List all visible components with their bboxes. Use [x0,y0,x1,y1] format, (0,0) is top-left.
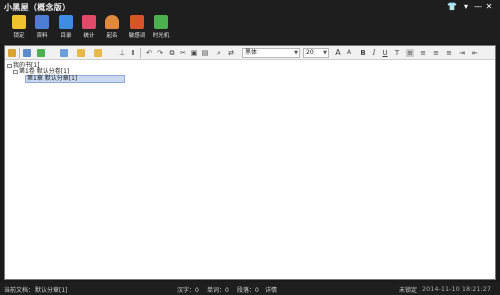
import-icon[interactable] [60,49,68,57]
paste-icon[interactable]: ▣ [190,49,198,57]
catalog-button[interactable]: 目录 [55,14,77,44]
redo-icon[interactable]: ↷ [156,49,164,57]
tree-volume-label: 第1卷 默认分卷[1] [19,68,70,75]
strikethrough-button[interactable]: T [393,49,401,57]
time-machine-icon [154,15,168,29]
font-shrink-button[interactable]: A [345,49,353,57]
document-icon [35,15,49,29]
bold-button[interactable]: B [359,49,367,57]
minimize-button[interactable]: — [473,2,483,12]
naming-label: 起名 [106,33,118,39]
indent-icon[interactable]: ⇥ [458,49,466,57]
save-icon[interactable] [94,49,102,57]
app-title: 小黑屋（概念版） [4,3,71,12]
chevron-down-icon: ▼ [294,50,298,56]
copy-icon[interactable]: ⧉ [168,49,176,57]
catalog-icon [59,15,73,29]
format-toolbar: ⊥ Ⅱ ↶ ↷ ⧉ ✂ ▣ ▤ ⌕ ⇄ 黑体 ▼ 20 ▼ A A B I U … [5,46,495,60]
catalog-label: 目录 [60,33,72,39]
tree-chapter-label: 第1章 默认分章[1] [27,75,78,82]
new-book-icon[interactable] [8,49,16,57]
clipboard-icon[interactable]: ▤ [201,49,209,57]
tree-chapter[interactable]: 第1章 默认分章[1] [25,75,125,83]
lock-label: 锁定 [13,33,25,39]
align-right-icon[interactable]: ≡ [432,49,440,57]
clock: 2014-11-10 18:21:27 [422,285,492,293]
search-icon[interactable]: ⌕ [215,49,223,57]
statistics-icon [82,15,96,29]
italic-button[interactable]: I [370,49,378,57]
lock-status: 未锁定 [399,287,418,294]
align-left-icon[interactable]: ≡ [406,49,414,57]
font-family-value: 黑体 [245,49,258,56]
char-count: 汉字：0 [177,287,199,294]
close-button[interactable]: ✕ [484,2,494,12]
lock-icon [12,15,26,29]
word-count: 单词：0 [207,287,229,294]
sensitive-words-button[interactable]: 敏感词 [126,14,148,44]
sensitive-word-icon [130,15,144,29]
undo-icon[interactable]: ↶ [145,49,153,57]
folder-icon[interactable] [77,49,85,57]
font-grow-button[interactable]: A [334,49,342,57]
lock-button[interactable]: 锁定 [8,14,30,44]
naming-button[interactable]: 起名 [101,14,123,44]
justify-icon[interactable]: ≡ [445,49,453,57]
columns-icon[interactable]: Ⅱ [129,49,137,57]
time-machine-label: 时光机 [152,33,170,39]
underline-button[interactable]: U [381,49,389,57]
title-bar: 小黑屋（概念版） 👕 ▾ — ✕ [0,0,500,14]
statistics-button[interactable]: 统计 [78,14,100,44]
new-volume-icon[interactable] [23,49,31,57]
materials-label: 资料 [36,33,48,39]
skin-icon[interactable]: 👕 [447,2,457,12]
outdent-icon[interactable]: ⇤ [471,49,479,57]
cut-icon[interactable]: ✂ [179,49,187,57]
paragraph-count: 段落：0 [237,287,259,294]
current-document-value: 默认分章[1] [35,287,68,294]
font-size-value: 20 [306,49,314,56]
details-link[interactable]: 详情 [265,285,277,294]
font-size-select[interactable]: 20 ▼ [303,48,329,58]
collapse-icon[interactable] [7,63,12,68]
ribbon-toolbar: 锁定 资料 目录 统计 起名 敏感词 时光机 [0,14,500,44]
time-machine-button[interactable]: 时光机 [150,14,172,44]
replace-icon[interactable]: ⇄ [227,49,235,57]
collapse-icon[interactable] [13,69,18,74]
pin-icon[interactable]: ⊥ [118,49,126,57]
status-bar: 当前文档： 默认分章[1] 汉字：0 单词：0 段落：0 详情 未锁定 2014… [0,282,500,295]
editor-panel: ⊥ Ⅱ ↶ ↷ ⧉ ✂ ▣ ▤ ⌕ ⇄ 黑体 ▼ 20 ▼ A A B I U … [4,45,496,280]
align-center-icon[interactable]: ≡ [419,49,427,57]
statistics-label: 统计 [83,33,95,39]
person-icon [105,15,119,29]
font-family-select[interactable]: 黑体 ▼ [242,48,300,58]
menu-dropdown-icon[interactable]: ▾ [461,2,471,12]
sensitive-words-label: 敏感词 [128,33,146,39]
new-chapter-icon[interactable] [37,49,45,57]
chevron-down-icon: ▼ [323,50,327,56]
current-document-label: 当前文档： [4,287,35,294]
materials-button[interactable]: 资料 [31,14,53,44]
